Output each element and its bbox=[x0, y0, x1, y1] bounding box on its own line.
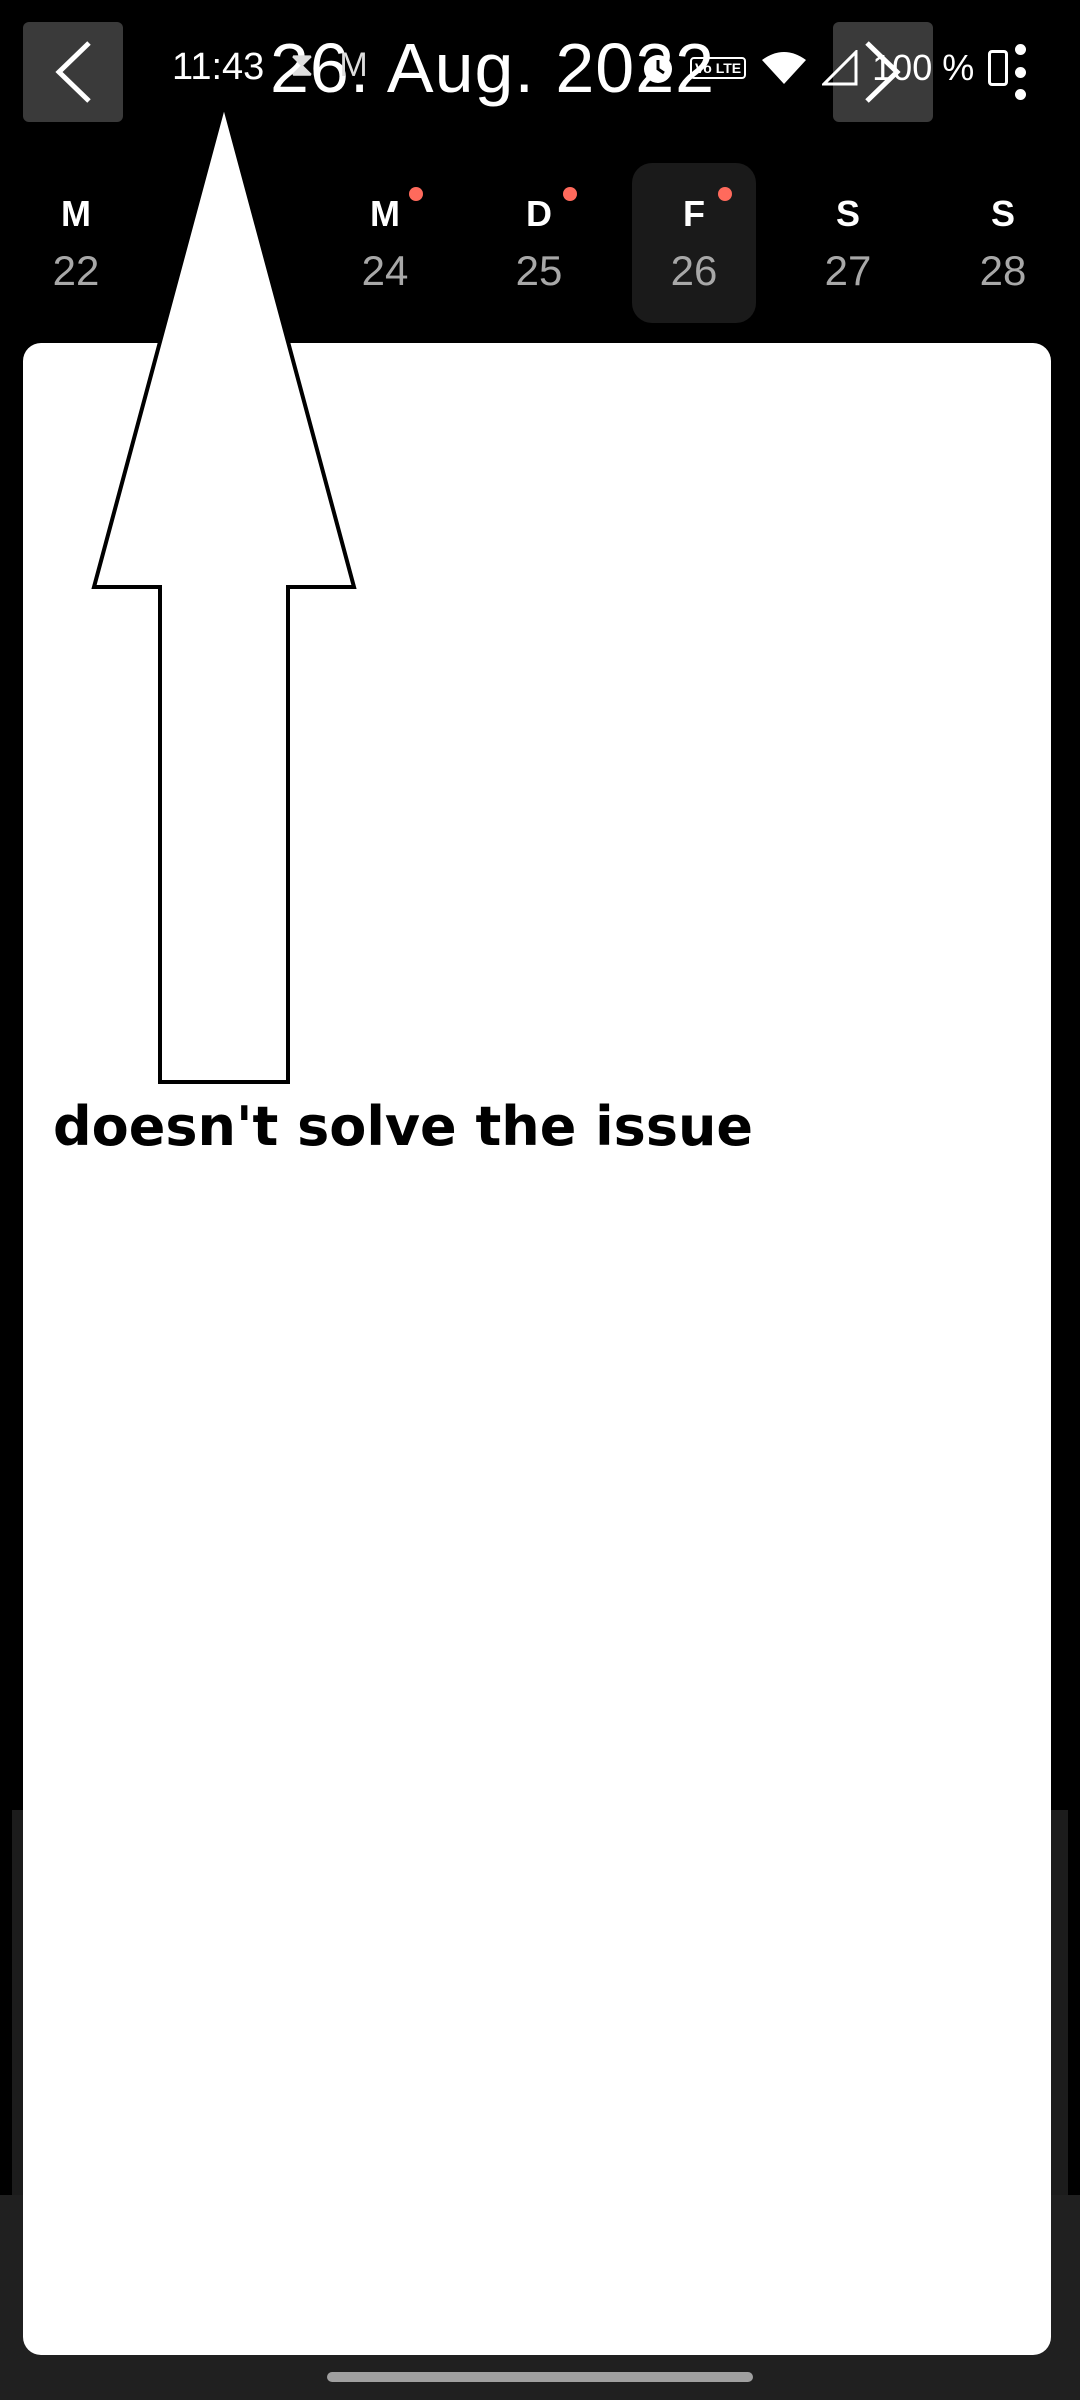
annotation-text: doesn't solve the issue bbox=[53, 1095, 754, 1158]
day-number: 22 bbox=[52, 247, 100, 294]
day-of-week: D bbox=[217, 193, 243, 234]
day-28[interactable]: S 28 bbox=[941, 163, 1065, 323]
day-of-week: S bbox=[835, 193, 860, 234]
status-right-icons: Vo LTE 100 % bbox=[640, 40, 1009, 96]
day-number: 27 bbox=[824, 247, 872, 294]
day-25[interactable]: D 25 bbox=[477, 163, 601, 323]
day-number: 28 bbox=[979, 247, 1027, 294]
alarm-icon bbox=[644, 55, 672, 83]
day-27[interactable]: S 27 bbox=[786, 163, 910, 323]
battery-charging-icon bbox=[988, 50, 1009, 86]
volte-icon: Vo LTE bbox=[690, 57, 747, 79]
content-card bbox=[23, 343, 1051, 2355]
screen: 26. Aug. 2022 11:43 ⧗ M Vo LTE 100 % M 2… bbox=[0, 0, 1080, 2400]
more-options-icon[interactable] bbox=[1010, 44, 1030, 100]
day-number: 25 bbox=[515, 247, 563, 294]
day-number: 24 bbox=[361, 247, 409, 294]
day-number: 23 bbox=[206, 247, 254, 294]
day-of-week: F bbox=[683, 193, 705, 234]
day-of-week: M bbox=[370, 193, 400, 234]
wifi-icon bbox=[762, 52, 807, 84]
gesture-handle[interactable] bbox=[327, 2372, 753, 2382]
day-23[interactable]: D 23 bbox=[168, 163, 292, 323]
day-22[interactable]: M 22 bbox=[14, 163, 138, 323]
day-of-week: M bbox=[61, 193, 91, 234]
previous-day-button[interactable] bbox=[23, 22, 123, 122]
status-time: 11:43 bbox=[172, 46, 265, 88]
day-26-selected[interactable]: F 26 bbox=[632, 163, 756, 323]
battery-percent: 100 % bbox=[872, 47, 975, 88]
day-number: 26 bbox=[670, 247, 718, 294]
week-strip: M 22 D 23 M 24 D 25 F 26 S 27 S 28 bbox=[0, 163, 1080, 323]
day-of-week: S bbox=[990, 193, 1015, 234]
notification-icons: ⧗ M bbox=[290, 46, 376, 84]
cellular-signal-icon bbox=[822, 50, 858, 86]
day-24[interactable]: M 24 bbox=[323, 163, 447, 323]
day-of-week: D bbox=[526, 193, 552, 234]
chevron-left-icon bbox=[55, 41, 91, 103]
